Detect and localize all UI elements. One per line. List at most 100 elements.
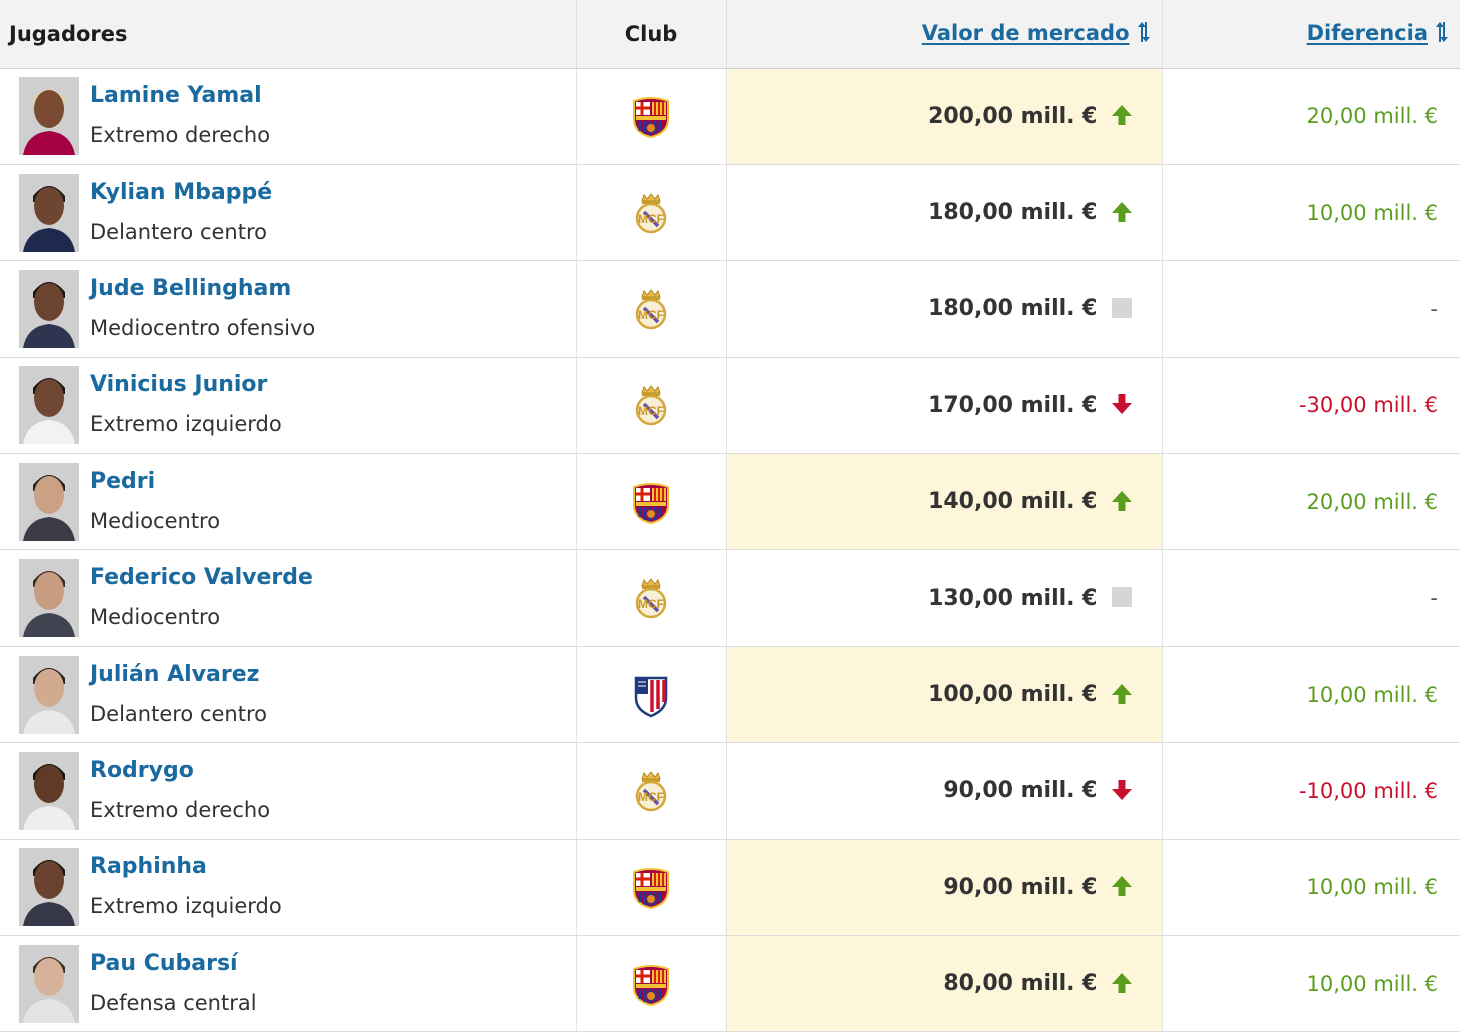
value-difference: 10,00 mill. €	[1306, 682, 1438, 707]
table-body: Lamine Yamal Extremo derecho 200,00 mill…	[0, 68, 1460, 1032]
real-madrid-crest-icon[interactable]: MCF	[628, 382, 674, 428]
no-change-icon	[1111, 297, 1132, 318]
player-cell: Rodrygo Extremo derecho	[0, 742, 577, 840]
value-difference: 10,00 mill. €	[1306, 875, 1438, 900]
fc-barcelona-crest-icon[interactable]	[628, 961, 674, 1007]
player-position: Delantero centro	[90, 701, 267, 726]
fc-barcelona-crest-icon[interactable]	[628, 479, 674, 525]
player-photo[interactable]	[19, 366, 79, 445]
atletico-madrid-crest-icon[interactable]	[628, 672, 674, 718]
market-value-cell: 170,00 mill. €	[726, 357, 1163, 455]
real-madrid-crest-icon[interactable]: MCF	[628, 768, 674, 814]
player-portrait-icon	[19, 559, 79, 638]
market-value-cell: 140,00 mill. €	[726, 453, 1163, 551]
difference-cell: 20,00 mill. €	[1162, 68, 1460, 165]
club-cell: MCF	[576, 549, 727, 647]
table-row: Pau Cubarsí Defensa central 80,00 mill. …	[0, 935, 1460, 1032]
player-portrait-icon	[19, 751, 79, 830]
header-row: Jugadores Club Valor de mercado Diferenc…	[0, 0, 1460, 69]
sort-market-value-link[interactable]: Valor de mercado	[922, 21, 1130, 45]
difference-cell: -	[1162, 260, 1460, 358]
market-value-cell: 180,00 mill. €	[726, 164, 1163, 262]
market-value: 140,00 mill. €	[928, 489, 1098, 515]
market-value-cell: 200,00 mill. €	[726, 68, 1163, 165]
player-portrait-icon	[19, 366, 79, 445]
market-value-cell: 90,00 mill. €	[726, 742, 1163, 840]
player-position: Defensa central	[90, 990, 257, 1015]
svg-text:MCF: MCF	[638, 308, 664, 322]
player-cell: Vinicius Junior Extremo izquierdo	[0, 357, 577, 455]
player-name-link[interactable]: Lamine Yamal	[90, 82, 270, 110]
fc-barcelona-crest-icon[interactable]	[628, 864, 674, 910]
table-row: Jude Bellingham Mediocentro ofensivo MCF…	[0, 260, 1460, 358]
player-cell: Pedri Mediocentro	[0, 453, 577, 551]
market-value-cell: 130,00 mill. €	[726, 549, 1163, 647]
market-value: 200,00 mill. €	[928, 103, 1098, 129]
player-position: Extremo izquierdo	[90, 894, 282, 919]
market-value: 180,00 mill. €	[928, 296, 1098, 322]
club-cell: MCF	[576, 164, 727, 262]
table-row: Lamine Yamal Extremo derecho 200,00 mill…	[0, 68, 1460, 165]
value-difference: 10,00 mill. €	[1306, 971, 1438, 996]
header-market-value[interactable]: Valor de mercado	[726, 0, 1163, 69]
value-difference: -	[1430, 296, 1438, 321]
player-name-link[interactable]: Federico Valverde	[90, 564, 313, 592]
difference-cell: 10,00 mill. €	[1162, 646, 1460, 744]
market-value-cell: 90,00 mill. €	[726, 839, 1163, 937]
player-photo[interactable]	[19, 848, 79, 927]
player-name-link[interactable]: Pedri	[90, 468, 220, 496]
real-madrid-crest-icon[interactable]: MCF	[628, 575, 674, 621]
player-photo[interactable]	[19, 559, 79, 638]
player-name-link[interactable]: Rodrygo	[90, 757, 270, 785]
header-players: Jugadores	[0, 0, 577, 69]
club-cell: MCF	[576, 742, 727, 840]
market-value-cell: 80,00 mill. €	[726, 935, 1163, 1032]
player-name-link[interactable]: Julián Alvarez	[90, 661, 267, 689]
player-photo[interactable]	[19, 269, 79, 348]
player-position: Mediocentro	[90, 605, 221, 630]
arrow-up-icon	[1111, 972, 1132, 993]
table-row: Kylian Mbappé Delantero centro MCF 180,0…	[0, 164, 1460, 262]
difference-cell: -	[1162, 549, 1460, 647]
player-name-link[interactable]: Raphinha	[90, 853, 282, 881]
arrow-down-icon	[1111, 394, 1132, 415]
market-value-table: Jugadores Club Valor de mercado Diferenc…	[0, 0, 1460, 1032]
svg-text:MCF: MCF	[638, 212, 664, 226]
player-photo[interactable]	[19, 944, 79, 1023]
sort-arrows-icon[interactable]	[1136, 19, 1152, 45]
player-name-link[interactable]: Jude Bellingham	[90, 275, 315, 303]
player-photo[interactable]	[19, 462, 79, 541]
difference-cell: -30,00 mill. €	[1162, 357, 1460, 455]
header-difference[interactable]: Diferencia	[1162, 0, 1460, 69]
player-portrait-icon	[19, 944, 79, 1023]
player-name-link[interactable]: Kylian Mbappé	[90, 179, 272, 207]
value-difference: -	[1430, 586, 1438, 611]
club-cell: MCF	[576, 260, 727, 358]
player-portrait-icon	[19, 462, 79, 541]
sort-arrows-icon[interactable]	[1434, 19, 1450, 45]
difference-cell: 20,00 mill. €	[1162, 453, 1460, 551]
player-photo[interactable]	[19, 173, 79, 252]
value-difference: 20,00 mill. €	[1306, 104, 1438, 129]
arrow-up-icon	[1111, 683, 1132, 704]
player-portrait-icon	[19, 173, 79, 252]
table-header: Jugadores Club Valor de mercado Diferenc…	[0, 0, 1460, 69]
player-name-link[interactable]: Pau Cubarsí	[90, 950, 257, 978]
player-cell: Raphinha Extremo izquierdo	[0, 839, 577, 937]
real-madrid-crest-icon[interactable]: MCF	[628, 286, 674, 332]
player-position: Mediocentro ofensivo	[90, 315, 316, 340]
fc-barcelona-crest-icon[interactable]	[628, 93, 674, 139]
market-value: 130,00 mill. €	[928, 585, 1098, 611]
table-row: Pedri Mediocentro 140,00 mill. € 20,00 m…	[0, 453, 1460, 551]
sort-difference-link[interactable]: Diferencia	[1307, 21, 1428, 45]
player-photo[interactable]	[19, 751, 79, 830]
player-photo[interactable]	[19, 77, 79, 156]
value-difference: 20,00 mill. €	[1306, 489, 1438, 514]
table-row: Federico Valverde Mediocentro MCF 130,00…	[0, 549, 1460, 647]
club-cell	[576, 646, 727, 744]
player-position: Extremo izquierdo	[90, 412, 282, 437]
svg-text:MCF: MCF	[638, 404, 664, 418]
player-photo[interactable]	[19, 655, 79, 734]
player-name-link[interactable]: Vinicius Junior	[90, 371, 282, 399]
real-madrid-crest-icon[interactable]: MCF	[628, 190, 674, 236]
